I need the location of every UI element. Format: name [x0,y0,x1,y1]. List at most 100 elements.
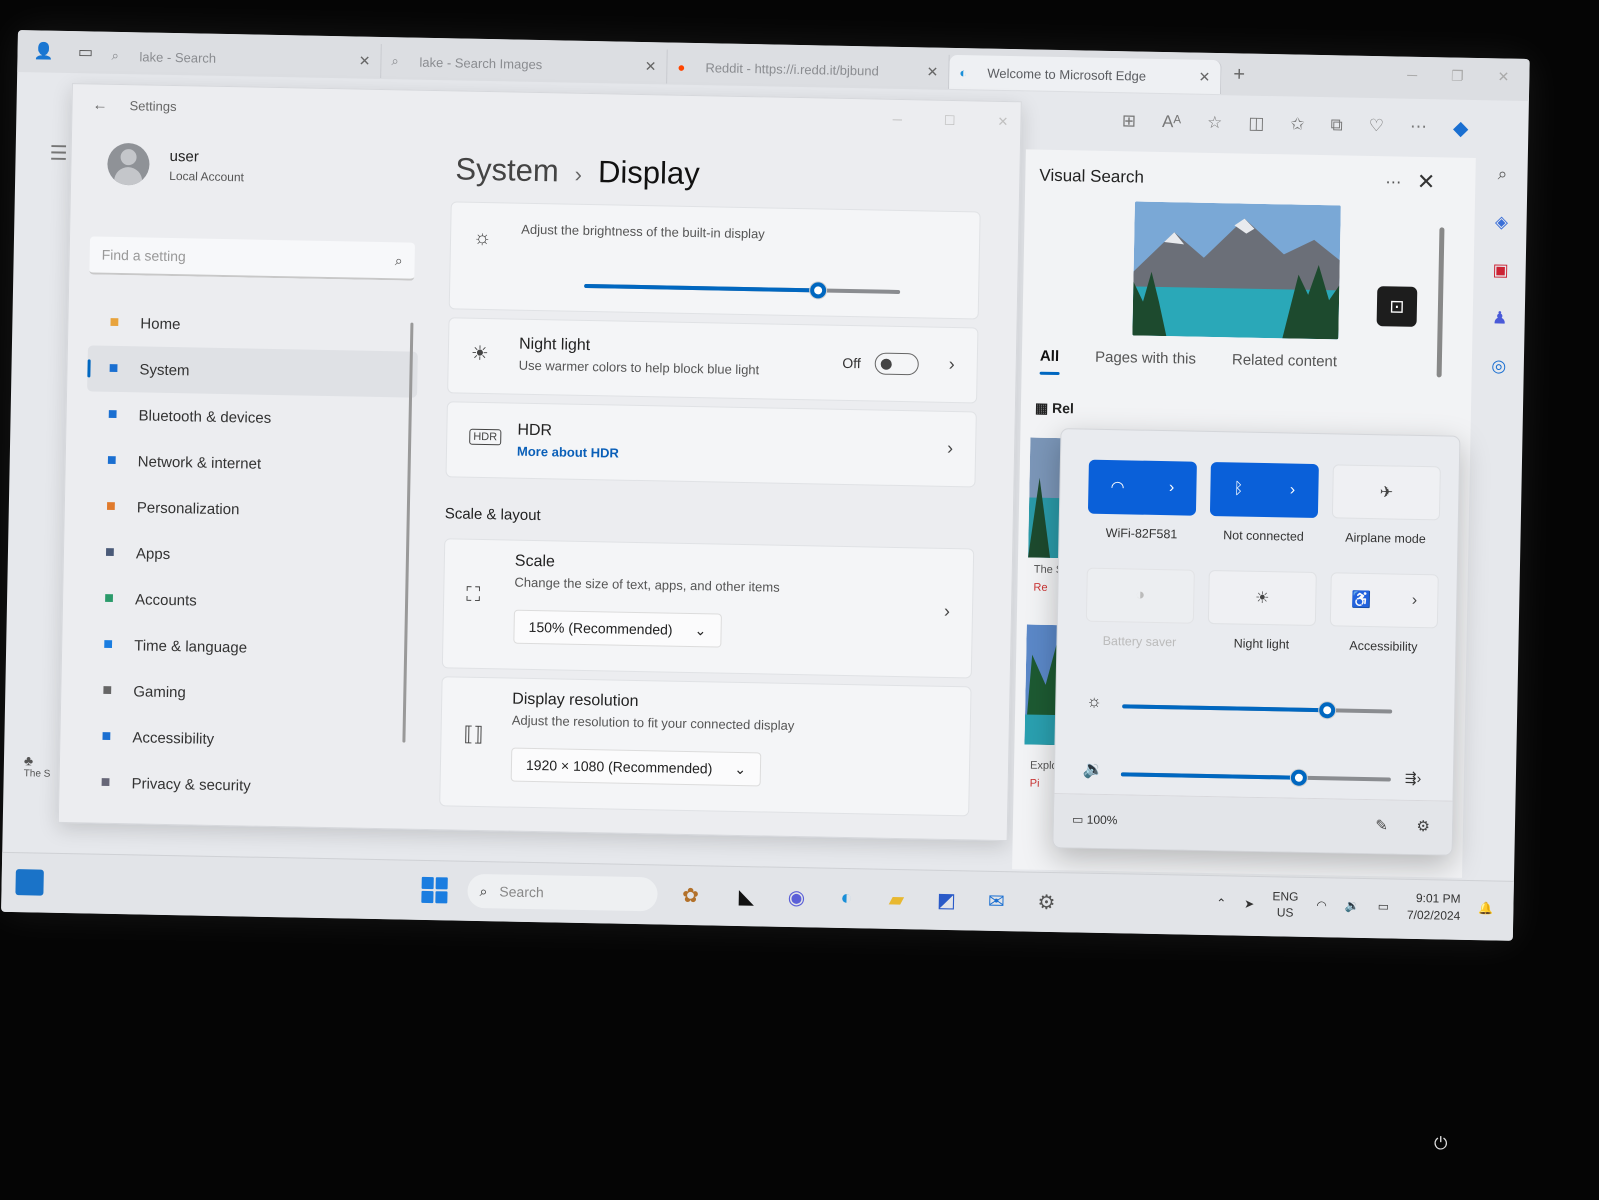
more-about-hdr-link[interactable]: More about HDR [517,444,975,468]
close-window-icon[interactable]: ✕ [1497,68,1509,85]
wifi-tile[interactable]: ◠ › [1087,459,1197,516]
favorite-star-icon[interactable]: ☆ [1207,113,1223,133]
sidebar-item-gaming[interactable]: ■ Gaming [81,667,412,719]
widgets-icon[interactable] [15,869,44,896]
battery-status[interactable]: ▭ 100% [1072,812,1118,827]
sidebar-item-system[interactable]: ■ System [87,345,418,398]
maximize-icon[interactable]: ☐ [944,113,956,129]
tab-pages-with-this[interactable]: Pages with this [1095,349,1196,368]
airplane-mode-tile[interactable]: ✈ [1331,464,1441,521]
settings-gear-icon[interactable]: ⚙ [1031,887,1062,918]
apps-grid-icon[interactable]: ⊞ [1122,111,1137,131]
night-light-tile[interactable]: ☀ [1207,569,1317,627]
minimize-icon[interactable]: ─ [1407,67,1417,84]
chevron-right-icon[interactable]: › [944,601,950,622]
bluetooth-tile[interactable]: ᛒ › [1209,461,1319,519]
start-button[interactable] [421,876,448,904]
visual-search-lens-icon[interactable]: ⊡ [1376,286,1418,327]
brightness-slider-thumb[interactable] [809,282,827,299]
profile-icon[interactable]: 👤 [27,35,60,68]
minimize-icon[interactable]: ─ [893,112,903,128]
scale-dropdown[interactable]: 150% (Recommended) ⌄ [513,609,722,648]
location-icon[interactable]: ➤ [1244,897,1254,911]
toolbox-icon[interactable]: ▣ [1492,260,1508,280]
chat-icon[interactable]: ◉ [781,882,812,913]
read-aloud-icon[interactable]: Aᴬ [1162,112,1181,132]
tab-related-content[interactable]: Related content [1232,351,1337,370]
outlook-icon[interactable]: ◎ [1491,356,1506,376]
tag-icon[interactable]: ◈ [1495,212,1508,232]
chevron-right-icon[interactable]: › [1169,479,1175,497]
chevron-right-icon[interactable]: › [1412,592,1418,610]
sidebar-item-network-internet[interactable]: ■ Network & internet [85,437,416,489]
chevron-right-icon[interactable]: › [947,438,953,459]
terminal-icon[interactable]: ◣ [731,881,762,912]
back-arrow-icon[interactable]: ← [92,96,107,113]
sidebar-item-accessibility[interactable]: ■ Accessibility [80,713,411,765]
store-icon[interactable]: ◩ [931,885,962,916]
tab-lake-search[interactable]: ⌕ lake - Search ✕ [101,38,382,78]
more-icon[interactable]: ⋯ [1385,172,1401,192]
wifi-icon[interactable]: ◠ [1316,898,1327,912]
tab-reddit[interactable]: ● Reddit - https://i.redd.it/bjbund ✕ [667,49,950,89]
close-icon[interactable]: ✕ [359,52,371,69]
tab-actions-icon[interactable]: ▭ [69,36,102,69]
hdr-card[interactable]: HDR HDR More about HDR › [445,401,977,488]
sidebar-item-privacy-security[interactable]: ■ Privacy & security [79,759,410,811]
tab-welcome-edge[interactable]: ◐ Welcome to Microsoft Edge ✕ [949,54,1222,95]
quick-brightness-thumb[interactable] [1319,702,1336,719]
chevron-right-icon[interactable]: › [1290,482,1296,500]
sidebar-item-personalization[interactable]: ■ Personalization [84,483,415,535]
close-icon[interactable]: ✕ [926,63,938,80]
breadcrumb-parent[interactable]: System [455,151,559,189]
chevron-up-icon[interactable]: ⌃ [1216,896,1226,910]
resolution-dropdown[interactable]: 1920 × 1080 (Recommended) ⌄ [510,747,762,787]
sidebar-item-bluetooth-devices[interactable]: ■ Bluetooth & devices [86,391,417,443]
chevron-right-icon[interactable]: › [949,354,955,375]
volume-icon[interactable]: 🔉 [1345,899,1360,913]
close-icon[interactable]: ✕ [997,114,1008,130]
edge-icon[interactable]: ◐ [831,883,862,914]
battery-saver-tile[interactable]: ◑ [1085,567,1195,624]
notification-bell-icon[interactable]: 🔔 [1478,901,1493,915]
file-explorer-icon[interactable]: ▰ [881,884,912,915]
edit-pencil-icon[interactable]: ✎ [1375,816,1388,834]
collections-icon[interactable]: ⧉ [1330,115,1343,135]
quick-brightness-slider[interactable] [1122,702,1393,719]
visual-search-scrollbar[interactable] [1436,227,1445,378]
sidebar-item-home[interactable]: ■ Home [88,299,419,351]
clock[interactable]: 9:01 PM 7/02/2024 [1407,890,1461,925]
find-setting-input[interactable]: Find a setting ⌕ [89,236,415,281]
split-screen-icon[interactable]: ◫ [1248,114,1264,134]
volume-thumb[interactable] [1290,769,1308,786]
games-icon[interactable]: ♟ [1492,308,1508,328]
more-icon[interactable]: ⋯ [1410,117,1427,137]
sidebar-item-accounts[interactable]: ■ Accounts [83,575,414,627]
sidebar-item-apps[interactable]: ■ Apps [84,529,415,581]
user-profile[interactable]: user Local Account [107,142,244,188]
close-icon[interactable]: ✕ [645,58,657,75]
night-light-card[interactable]: ☀ Night light Use warmer colors to help … [447,317,979,404]
favorites-icon[interactable]: ✩ [1290,114,1305,134]
close-icon[interactable]: ✕ [1417,169,1436,195]
copilot-icon[interactable]: ◆ [1453,115,1469,140]
language-indicator[interactable]: ENG US [1272,888,1299,920]
new-tab-button[interactable]: + [1233,63,1245,86]
taskbar-search[interactable]: ⌕ Search [467,873,658,912]
hamburger-icon[interactable]: ☰ [49,141,67,166]
battery-icon[interactable]: ▭ [1378,899,1390,913]
browser-essentials-icon[interactable]: ♡ [1369,116,1385,136]
tab-all[interactable]: All [1040,348,1059,365]
tab-lake-search-images[interactable]: ⌕ lake - Search Images ✕ [381,43,668,84]
brightness-slider[interactable] [584,282,901,299]
audio-output-icon[interactable]: ⇶› [1405,770,1422,787]
search-highlight-icon[interactable]: ✿ [665,880,716,911]
accessibility-tile[interactable]: ♿ › [1329,572,1439,629]
sidebar-item-time-language[interactable]: ■ Time & language [82,621,413,673]
volume-slider[interactable] [1120,769,1391,786]
settings-gear-icon[interactable]: ⚙ [1416,817,1430,835]
maximize-icon[interactable]: ❐ [1451,68,1464,85]
night-light-toggle[interactable] [874,352,919,376]
close-icon[interactable]: ✕ [1198,68,1210,85]
mail-icon[interactable]: ✉ [981,886,1012,917]
